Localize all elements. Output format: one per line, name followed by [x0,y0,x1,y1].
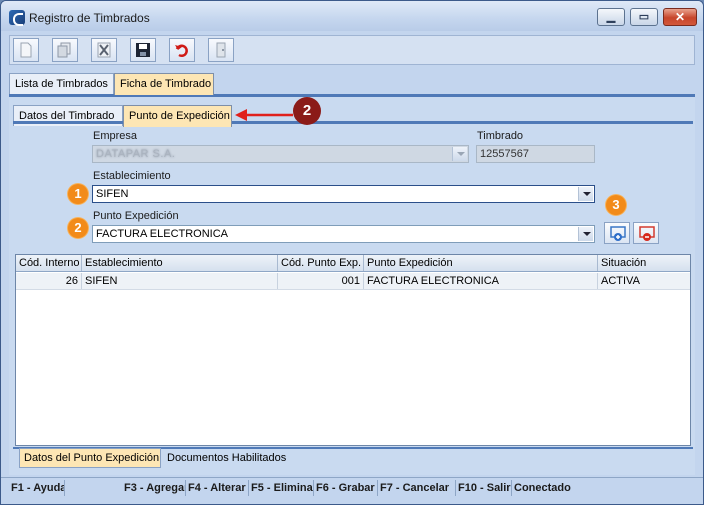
status-f1-ayuda[interactable]: F1 - Ayuda [9,480,65,496]
puntos-table: Cód. Interno Establecimiento Cód. Punto … [15,254,691,446]
annotation-badge-1: 1 [68,184,88,204]
status-connection: Conectado [514,482,571,494]
maximize-icon: ▭ [638,11,650,23]
sub-tab-divider [13,121,693,124]
tab-documentos-habilitados[interactable]: Documentos Habilitados [162,448,287,468]
add-punto-button[interactable] [604,222,630,244]
chevron-down-icon[interactable] [578,187,593,201]
remove-punto-button[interactable] [633,222,659,244]
tab-ficha-timbrado[interactable]: Ficha de Timbrado [114,73,214,95]
status-f10-salir[interactable]: F10 - Salir [456,480,512,496]
tab-datos-punto-expedicion[interactable]: Datos del Punto Expedición [19,448,161,468]
app-icon [9,10,25,26]
main-window: Registro de Timbrados ▁ ▭ ✕ Lista de Tim… [0,0,704,505]
chevron-down-icon[interactable] [578,227,593,241]
col-establecimiento[interactable]: Establecimiento [82,255,278,271]
cell-cod-punto: 001 [278,273,364,289]
col-cod-interno[interactable]: Cód. Interno [16,255,82,271]
cell-cod-interno: 26 [16,273,82,289]
timbrado-label: Timbrado [477,130,524,142]
establecimiento-select[interactable]: SIFEN [92,185,595,203]
minimize-icon: ▁ [606,11,616,23]
timbrado-field: 12557567 [476,145,595,163]
cell-punto-expedicion: FACTURA ELECTRONICA [364,273,598,289]
exit-button[interactable] [208,38,234,62]
status-f6-grabar[interactable]: F6 - Grabar [314,480,378,496]
punto-expedicion-label: Punto Expedición [93,210,179,222]
table-header: Cód. Interno Establecimiento Cód. Punto … [16,255,690,272]
status-bar: F1 - Ayuda F3 - Agregar F4 - Alterar F5 … [1,477,703,497]
tab-punto-expedicion[interactable]: Punto de Expedición [123,105,232,127]
window-title: Registro de Timbrados [29,11,150,25]
toolbar [9,35,695,65]
add-icon [610,226,626,241]
new-button[interactable] [13,38,39,62]
annotation-badge-tab: 2 [293,97,321,125]
remove-icon [639,226,655,241]
establecimiento-label: Establecimiento [93,170,171,182]
punto-expedicion-value: FACTURA ELECTRONICA [96,228,229,240]
annotation-badge-3: 3 [606,195,626,215]
close-icon: ✕ [674,10,686,24]
table-row[interactable]: 26 SIFEN 001 FACTURA ELECTRONICA ACTIVA [16,273,690,290]
copy-icon [57,42,71,58]
status-f5-eliminar[interactable]: F5 - Eliminar [249,480,314,496]
arrow-annotation-icon [235,109,293,121]
empresa-label: Empresa [93,130,138,142]
status-f7-cancelar[interactable]: F7 - Cancelar [378,480,456,496]
copy-button[interactable] [52,38,78,62]
undo-button[interactable] [169,38,195,62]
status-spacer [65,480,122,496]
exit-icon [216,42,226,58]
tab-lista-timbrados[interactable]: Lista de Timbrados [9,73,114,94]
save-button[interactable] [130,38,156,62]
save-icon [136,43,150,57]
cell-situacion: ACTIVA [601,275,640,287]
col-cod-punto[interactable]: Cód. Punto Exp. [278,255,364,271]
status-f3-agregar[interactable]: F3 - Agregar [122,480,186,496]
empresa-value: DATAPAR S.A. [96,148,176,160]
delete-button[interactable] [91,38,117,62]
punto-expedicion-select[interactable]: FACTURA ELECTRONICA [92,225,595,243]
col-punto-expedicion[interactable]: Punto Expedición [364,255,598,271]
annotation-badge-2: 2 [68,218,88,238]
cell-establecimiento: SIFEN [82,273,278,289]
maximize-button[interactable]: ▭ [630,8,658,26]
status-f4-alterar[interactable]: F4 - Alterar [186,480,249,496]
chevron-down-icon [452,147,467,161]
delete-icon [97,42,111,58]
empresa-select: DATAPAR S.A. [92,145,469,163]
close-button[interactable]: ✕ [663,8,697,26]
col-situacion[interactable]: Situación [598,255,690,271]
minimize-button[interactable]: ▁ [597,8,625,26]
establecimiento-value: SIFEN [96,188,129,200]
undo-icon [175,44,188,57]
title-bar: Registro de Timbrados ▁ ▭ ✕ [1,1,703,31]
new-icon [20,42,32,58]
